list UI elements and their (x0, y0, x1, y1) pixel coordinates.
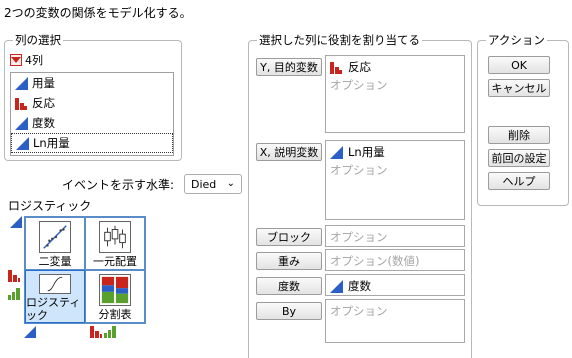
column-count[interactable]: 4列 (10, 52, 43, 68)
nominal-indicator-icon (90, 326, 102, 338)
event-level-label: イベントを示す水準: (62, 178, 175, 192)
chevron-down-icon: ⌄ (226, 178, 235, 189)
role-entry[interactable]: Ln用量 (330, 143, 460, 161)
block-role-button[interactable]: ブロック (256, 228, 322, 246)
platform-bivariate[interactable]: 二変量 (25, 217, 85, 270)
column-label: Ln用量 (33, 136, 70, 150)
column-count-label: 4列 (25, 54, 43, 67)
event-level-value: Died (191, 177, 217, 191)
x-role-button[interactable]: X, 説明変数 (256, 143, 322, 161)
role-placeholder: オプション (330, 163, 388, 177)
column-item-dose[interactable]: 用量 (11, 73, 173, 93)
weight-role-list[interactable]: オプション(数値) (325, 249, 465, 271)
freq-role-list[interactable]: 度数 (325, 274, 465, 296)
column-item-response[interactable]: 反応 (11, 93, 173, 113)
by-role-list[interactable]: オプション (325, 299, 465, 343)
role-placeholder: オプション (330, 230, 388, 244)
platform-logistic[interactable]: ロジスティック (25, 270, 85, 323)
platform-oneway-label: 一元配置 (93, 255, 137, 268)
platform-oneway[interactable]: 一元配置 (85, 217, 145, 270)
column-item-count[interactable]: 度数 (11, 113, 173, 133)
continuous-icon (16, 136, 29, 150)
dialog-title: 2つの変数の関係をモデル化する。 (4, 6, 192, 20)
platform-label: ロジスティック (8, 199, 92, 213)
role-entry-label: Ln用量 (348, 145, 385, 159)
recall-button[interactable]: 前回の設定 (488, 149, 550, 167)
platform-logistic-label: ロジスティック (26, 296, 81, 322)
freq-role-button[interactable]: 度数 (256, 277, 322, 295)
by-role-button[interactable]: By (256, 302, 322, 320)
actions-legend: アクション (486, 33, 547, 47)
block-role-list[interactable]: オプション (325, 225, 465, 247)
platform-bivariate-label: 二変量 (38, 255, 72, 268)
boxplot-icon (99, 221, 131, 253)
role-entry-label: 度数 (348, 279, 371, 293)
cancel-button[interactable]: キャンセル (488, 79, 550, 97)
logistic-curve-icon (39, 274, 71, 294)
continuous-icon (330, 279, 343, 293)
column-label: 度数 (32, 116, 55, 130)
column-label: 反応 (32, 96, 55, 110)
nominal-indicator-icon (8, 270, 20, 282)
weight-role-button[interactable]: 重み (256, 252, 322, 270)
scatter-plot-icon (39, 221, 71, 253)
event-level-select[interactable]: Died ⌄ (184, 174, 242, 194)
ok-button[interactable]: OK (488, 56, 550, 74)
role-entry[interactable]: 度数 (330, 277, 460, 295)
platform-contingency-label: 分割表 (98, 308, 132, 321)
collapse-triangle-icon[interactable] (10, 54, 22, 66)
role-entry-label: 反応 (348, 60, 371, 74)
platform-grid: 二変量 一元配置 ロジスティック 分割表 (24, 216, 146, 324)
role-placeholder: オプション (330, 304, 388, 318)
continuous-corner-icon (24, 326, 36, 338)
continuous-icon (15, 116, 28, 130)
continuous-icon (15, 76, 28, 90)
mosaic-plot-icon (99, 274, 131, 306)
column-list[interactable]: 用量 反応 度数 Ln用量 (10, 72, 174, 156)
role-assignment-legend: 選択した列に役割を割り当てる (257, 33, 422, 47)
role-placeholder: オプション (330, 78, 388, 92)
remove-button[interactable]: 削除 (488, 126, 550, 144)
y-role-button[interactable]: Y, 目的変数 (256, 58, 322, 76)
continuous-corner-icon (10, 216, 22, 228)
nominal-icon (330, 61, 343, 74)
role-placeholder: オプション(数値) (330, 254, 420, 268)
continuous-icon (330, 145, 343, 159)
nominal-icon (15, 97, 28, 110)
column-select-legend: 列の選択 (13, 33, 63, 47)
column-label: 用量 (32, 76, 55, 90)
help-button[interactable]: ヘルプ (488, 172, 550, 190)
ordinal-indicator-icon (104, 326, 116, 338)
role-entry[interactable]: 反応 (330, 58, 460, 76)
platform-contingency[interactable]: 分割表 (85, 270, 145, 323)
x-role-list[interactable]: Ln用量 オプション (325, 140, 465, 220)
ordinal-indicator-icon (8, 288, 20, 300)
y-role-list[interactable]: 反応 オプション (325, 55, 465, 133)
column-item-ln-dose[interactable]: Ln用量 (11, 133, 173, 153)
